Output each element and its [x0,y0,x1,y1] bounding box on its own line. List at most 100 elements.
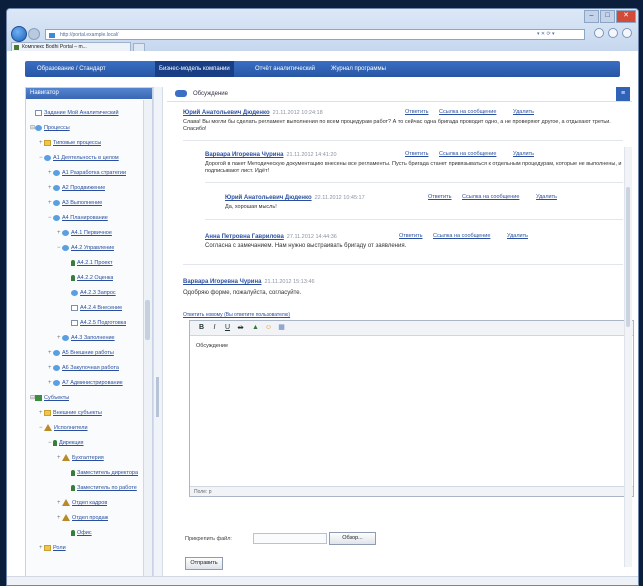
tree-node[interactable]: − Исполнители [39,423,88,433]
delete-link[interactable]: Удалить [513,151,534,157]
reply-new-link[interactable]: Ответить новому (Вы ответите пользовател… [183,312,290,318]
tree-node[interactable]: + Отдел продаж [57,513,108,523]
tree-node[interactable]: А4.2.1 Проект [66,258,113,268]
browser-tab[interactable]: Комплекс Bodhi Portal – m... [11,42,131,51]
tree-node[interactable]: Офис [66,528,92,538]
discussion-scrollbar[interactable] [624,147,632,567]
smiley-icon[interactable]: ☺ [263,323,274,333]
comment-author[interactable]: Юрий Анатольевич Дюденко [183,110,270,116]
tree-node[interactable]: − А4.2 Управление [57,243,114,253]
tree-node[interactable]: + Отдел кадров [57,498,107,508]
browse-button[interactable]: Обзор... [329,532,376,545]
message-editor[interactable]: B I U ab ▲ ☺ ▦ Обсуждение Поле: р [189,320,634,497]
tree-node-label: А4.2.4 Внесение [80,305,123,311]
favorites-star-icon[interactable] [608,28,618,38]
tree-node[interactable]: + Типовые процессы [39,138,101,148]
reply-link[interactable]: Ответить [428,194,452,200]
menu-item-education[interactable]: Образование / Стандарт [33,61,110,77]
tree-node[interactable]: + Роли [39,543,66,553]
tree-node-label: А4.2 Управление [71,245,115,251]
maximize-button[interactable]: □ [600,10,615,23]
menu-item-journal[interactable]: Журнал программы [327,61,390,77]
address-bar[interactable]: http://portal.example.local/ [45,29,585,40]
tree-node[interactable]: ⊟ Субъекты [30,393,69,403]
scroll-thumb[interactable] [626,187,630,327]
tree-node[interactable]: − Дирекция [48,438,84,448]
menu-item-business-model[interactable]: Бизнес-модель компании [155,61,234,77]
tree-node[interactable]: А4.2.5 Подготовка [66,318,126,328]
tree-node-label: А4.1 Первичное [71,230,112,236]
home-icon[interactable] [594,28,604,38]
folder-icon [44,409,51,416]
comment-author[interactable]: Варвара Игоревна Чурина [183,279,261,285]
browser-tools [594,28,632,38]
navigator-scrollbar[interactable] [143,100,152,584]
comment-author[interactable]: Юрий Анатольевич Дюденко [225,195,312,201]
reply-link[interactable]: Ответить [405,109,429,115]
top-menu: Образование / Стандарт Бизнес-модель ком… [25,61,620,77]
panel-splitter[interactable] [153,87,163,583]
navigator-header: Навигатор [26,88,152,99]
attach-file-input[interactable] [253,533,327,544]
tree-node-label: А1 Деятельность в целом [53,155,119,161]
tree-node[interactable]: Заместитель директора [66,468,138,478]
underline-button[interactable]: U [222,323,233,333]
delete-link[interactable]: Удалить [507,233,528,239]
panel-menu-icon[interactable]: ≡ [616,87,630,101]
tree-node-label: А5 Внешние работы [62,350,114,356]
tree-node[interactable]: Задание Мой Аналитический [30,108,119,118]
message-link[interactable]: Ссылка на сообщение [462,194,519,200]
comment-text: Одобряю форме, пожалуйста, согласуйте. [183,290,302,296]
comment-author[interactable]: Варвара Игоревна Чурина [205,152,283,158]
tree-node[interactable]: А4.2.2 Оценка [66,273,113,283]
tree-node[interactable]: + А1 Разработка стратегии [48,168,126,178]
send-button[interactable]: Отправить [185,557,223,570]
table-icon[interactable]: ▦ [276,323,287,333]
attach-file-label: Прикрепить файл: [185,536,232,542]
tree-node[interactable]: + А4.1 Первичное [57,228,112,238]
tree-node-label: Заместитель по работе [77,485,137,491]
back-arrow-icon[interactable] [11,26,27,42]
bold-button[interactable]: B [196,323,207,333]
image-icon[interactable]: ▲ [250,323,261,333]
splitter-grip[interactable] [156,377,159,417]
tree-node[interactable]: + А2 Продвижение [48,183,105,193]
tree-node[interactable]: ⊟ Процессы [30,123,70,133]
delete-link[interactable]: Удалить [513,109,534,115]
tree-node[interactable]: + А3 Выполнение [48,198,102,208]
scroll-thumb[interactable] [145,300,150,340]
tree-node[interactable]: + А7 Администрирование [48,378,123,388]
gear-icon[interactable] [622,28,632,38]
comment-author[interactable]: Анна Петровна Гаврилова [205,234,284,240]
tree-node[interactable]: Заместитель по работе [66,483,137,493]
tree-node[interactable]: А4.2.4 Внесение [66,303,122,313]
tree-node[interactable]: − А4 Планирование [48,213,108,223]
tree-node[interactable]: + Внешние субъекты [39,408,102,418]
message-link[interactable]: Ссылка на сообщение [439,151,496,157]
tree-node-label: А1 Разработка стратегии [62,170,127,176]
tree-node[interactable]: + Бухгалтерия [57,453,104,463]
message-link[interactable]: Ссылка на сообщение [439,109,496,115]
address-tools[interactable]: ▾ ✕ ⟳ ▾ [537,29,555,40]
editor-text[interactable]: Обсуждение [196,343,228,349]
message-link[interactable]: Ссылка на сообщение [433,233,490,239]
tree-node-label: А4 Планирование [62,215,108,221]
tree-node[interactable]: А4.2.3 Запрос [66,288,116,298]
tree-node[interactable]: + А5 Внешние работы [48,348,114,358]
forward-arrow-icon[interactable] [28,28,40,40]
minimize-button[interactable]: – [584,10,599,23]
reply-link[interactable]: Ответить [399,233,423,239]
close-button[interactable]: ✕ [616,10,636,23]
italic-button[interactable]: I [209,323,220,333]
comment: Варвара Игоревна Чурина 21.11.2012 14:41:… [205,151,623,175]
menu-item-report[interactable]: Отчёт аналитический [251,61,319,77]
person-icon [71,469,75,476]
tree-node[interactable]: − А1 Деятельность в целом [39,153,119,163]
strike-button[interactable]: ab [235,323,246,333]
delete-link[interactable]: Удалить [536,194,557,200]
reply-link[interactable]: Ответить [405,151,429,157]
tree-node[interactable]: + А4.3 Заполнение [57,333,115,343]
divider [183,264,623,265]
tree-node[interactable]: + А6 Закупочная работа [48,363,119,373]
tree-node-label: А4.2.3 Запрос [80,290,116,296]
